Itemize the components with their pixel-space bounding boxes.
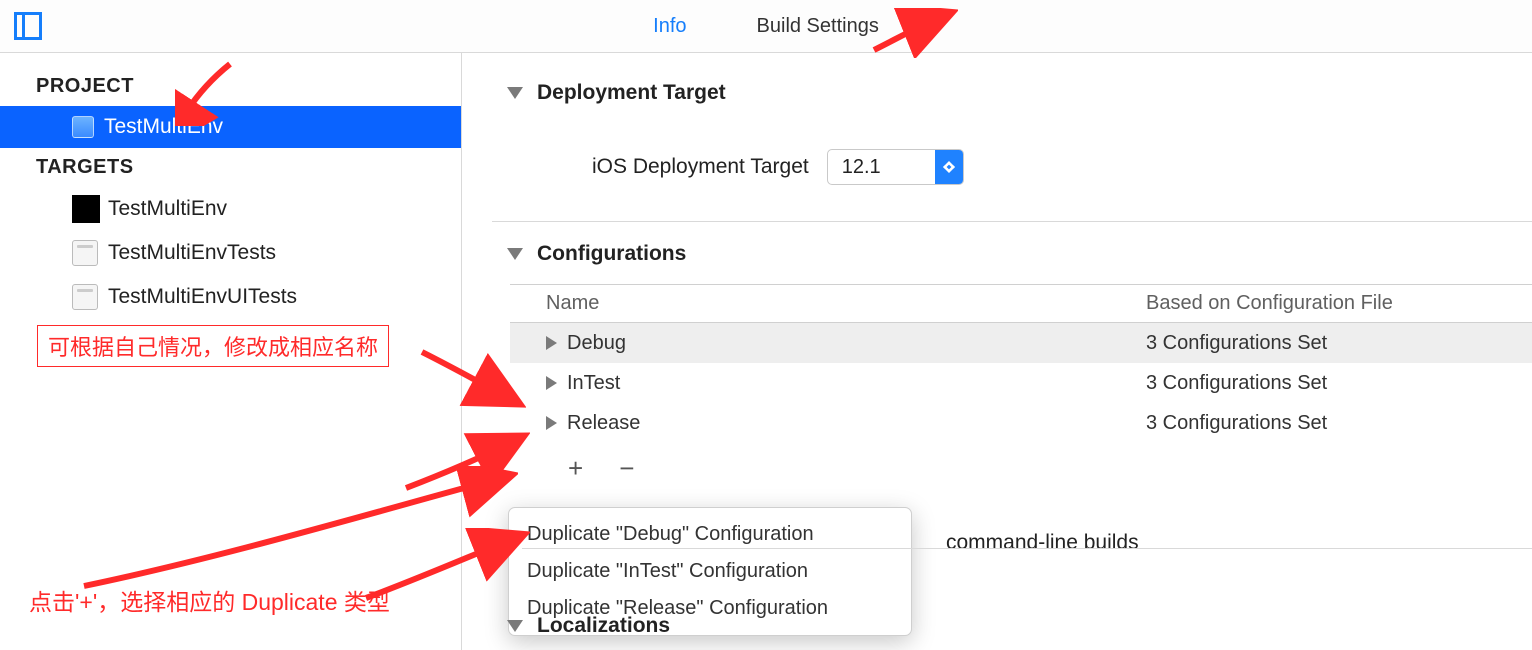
target-label: TestMultiEnvTests [108,241,276,265]
chevron-right-icon[interactable] [546,376,557,390]
editor-pane: Deployment Target iOS Deployment Target … [462,53,1532,650]
disclosure-triangle-icon[interactable] [507,620,523,632]
deployment-target-row: iOS Deployment Target 12.1 [462,149,1532,185]
section-title: Localizations [537,614,670,638]
project-section-header: PROJECT [0,67,461,106]
deployment-target-section[interactable]: Deployment Target [462,81,1532,105]
add-remove-bar: + − [510,443,1532,481]
tab-bar: Info Build Settings [0,15,1532,38]
config-row-debug[interactable]: Debug 3 Configurations Set [510,323,1532,363]
dropdown-arrow-icon[interactable] [935,149,963,185]
deployment-target-combobox[interactable]: 12.1 [827,149,964,185]
config-row-release[interactable]: Release 3 Configurations Set [510,403,1532,443]
config-based: 3 Configurations Set [1140,372,1532,395]
target-item-tests[interactable]: TestMultiEnvTests [0,231,461,275]
configurations-table: Name Based on Configuration File Debug 3… [510,284,1532,481]
target-label: TestMultiEnvUITests [108,285,297,309]
tab-info[interactable]: Info [653,15,686,38]
target-item-app[interactable]: TestMultiEnv [0,187,461,231]
section-title: Configurations [537,242,686,266]
chevron-right-icon[interactable] [546,336,557,350]
menu-item-duplicate-intest[interactable]: Duplicate "InTest" Configuration [509,553,911,590]
column-header-name[interactable]: Name [510,292,1140,315]
target-item-uitests[interactable]: TestMultiEnvUITests [0,275,461,319]
disclosure-triangle-icon[interactable] [507,87,523,99]
config-based: 3 Configurations Set [1140,332,1532,355]
table-header: Name Based on Configuration File [510,285,1532,323]
chevron-right-icon[interactable] [546,416,557,430]
top-bar: Info Build Settings [0,0,1532,53]
tab-build-settings[interactable]: Build Settings [757,15,879,38]
config-row-intest[interactable]: InTest 3 Configurations Set [510,363,1532,403]
command-line-builds-text: command-line builds [946,531,1139,555]
app-target-icon [72,195,100,223]
annotation-plus-hint: 点击'+'，选择相应的 Duplicate 类型 [29,583,390,617]
xcodeproj-icon [72,116,94,138]
localizations-section[interactable]: Localizations [507,614,670,638]
column-header-based[interactable]: Based on Configuration File [1140,292,1532,315]
deployment-target-value: 12.1 [828,156,935,179]
target-label: TestMultiEnv [108,197,227,221]
project-name-label: TestMultiEnv [104,115,223,139]
config-name: InTest [567,372,620,395]
remove-config-button[interactable]: − [619,455,634,481]
test-target-icon [72,240,98,266]
separator [492,221,1532,222]
disclosure-triangle-icon[interactable] [507,248,523,260]
separator [522,548,1532,549]
targets-section-header: TARGETS [0,148,461,187]
config-name: Release [567,412,640,435]
section-title: Deployment Target [537,81,726,105]
project-item[interactable]: TestMultiEnv [0,106,461,148]
config-based: 3 Configurations Set [1140,412,1532,435]
navigator-sidebar: PROJECT TestMultiEnv TARGETS TestMultiEn… [0,53,462,650]
annotation-rename: 可根据自己情况，修改成相应名称 [37,325,389,367]
config-name: Debug [567,332,626,355]
add-config-button[interactable]: + [568,455,583,481]
test-target-icon [72,284,98,310]
configurations-section[interactable]: Configurations [462,242,1532,266]
deployment-target-label: iOS Deployment Target [592,155,809,179]
